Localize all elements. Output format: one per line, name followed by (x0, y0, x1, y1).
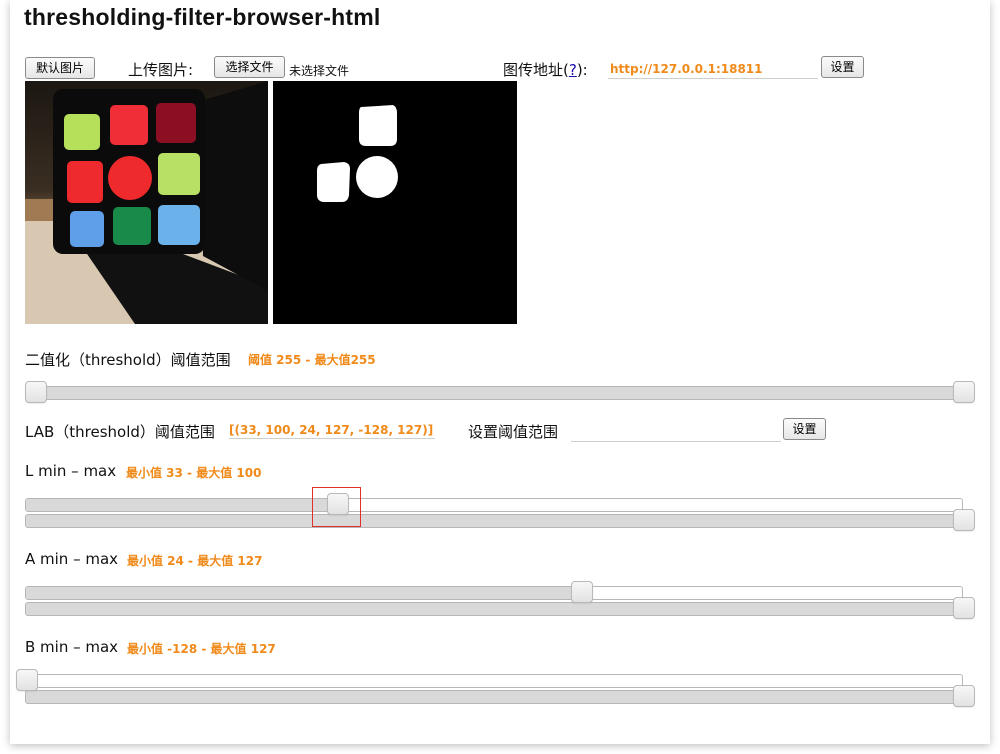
l-max-handle[interactable] (953, 509, 975, 531)
binary-threshold-slider[interactable] (25, 386, 975, 400)
highlight-box (312, 487, 361, 527)
binary-threshold-min-handle[interactable] (25, 381, 47, 403)
page-title: thresholding-filter-browser-html (24, 4, 381, 30)
image-url-label-suffix: ): (576, 61, 588, 79)
set-range-label: 设置阈值范围 (468, 423, 559, 441)
a-max-handle[interactable] (953, 597, 975, 619)
l-slider-label: L min – max (25, 462, 117, 480)
binary-threshold-value: 阈值 255 - 最大值255 (248, 353, 376, 367)
mask-image (273, 81, 517, 324)
a-min-handle[interactable] (571, 581, 593, 603)
b-slider-label: B min – max (25, 638, 119, 656)
l-max-slider[interactable] (25, 514, 975, 528)
lab-threshold-value: [(33, 100, 24, 127, -128, 127)] (229, 423, 435, 439)
lab-threshold-label: LAB（threshold）阈值范围 (25, 423, 215, 441)
rubiks-cube-photo (25, 81, 268, 324)
b-max-slider[interactable] (25, 690, 975, 704)
binary-threshold-label: 二值化（threshold）阈值范围 (25, 351, 231, 369)
binary-threshold-max-handle[interactable] (953, 381, 975, 403)
image-url-label: 图传地址(?): (503, 59, 588, 80)
page: thresholding-filter-browser-html 默认图片 上传… (10, 0, 990, 744)
l-slider-value: 最小值 33 - 最大值 100 (126, 466, 262, 480)
set-range-input[interactable] (571, 421, 781, 442)
no-file-label: 未选择文件 (289, 64, 350, 78)
a-slider-label: A min – max (25, 550, 119, 568)
l-min-fill (26, 499, 335, 511)
set-range-button[interactable]: 设置 (783, 418, 826, 440)
source-image (25, 81, 268, 324)
help-link[interactable]: ? (569, 61, 577, 79)
upload-label: 上传图片: (128, 61, 194, 79)
b-slider-value: 最小值 -128 - 最大值 127 (127, 642, 276, 656)
b-min-handle[interactable] (16, 669, 38, 691)
a-min-slider[interactable] (25, 586, 963, 600)
choose-file-button[interactable]: 选择文件 (214, 56, 285, 78)
a-min-fill (26, 587, 584, 599)
b-max-handle[interactable] (953, 685, 975, 707)
image-url-input[interactable] (608, 60, 818, 79)
set-url-button[interactable]: 设置 (821, 56, 864, 78)
b-min-slider[interactable] (25, 674, 963, 688)
l-min-slider[interactable] (25, 498, 963, 512)
a-slider-value: 最小值 24 - 最大值 127 (127, 554, 263, 568)
a-max-slider[interactable] (25, 602, 975, 616)
image-url-label-prefix: 图传地址( (503, 61, 569, 79)
default-image-button[interactable]: 默认图片 (25, 57, 95, 79)
binary-threshold-mask (273, 81, 517, 324)
